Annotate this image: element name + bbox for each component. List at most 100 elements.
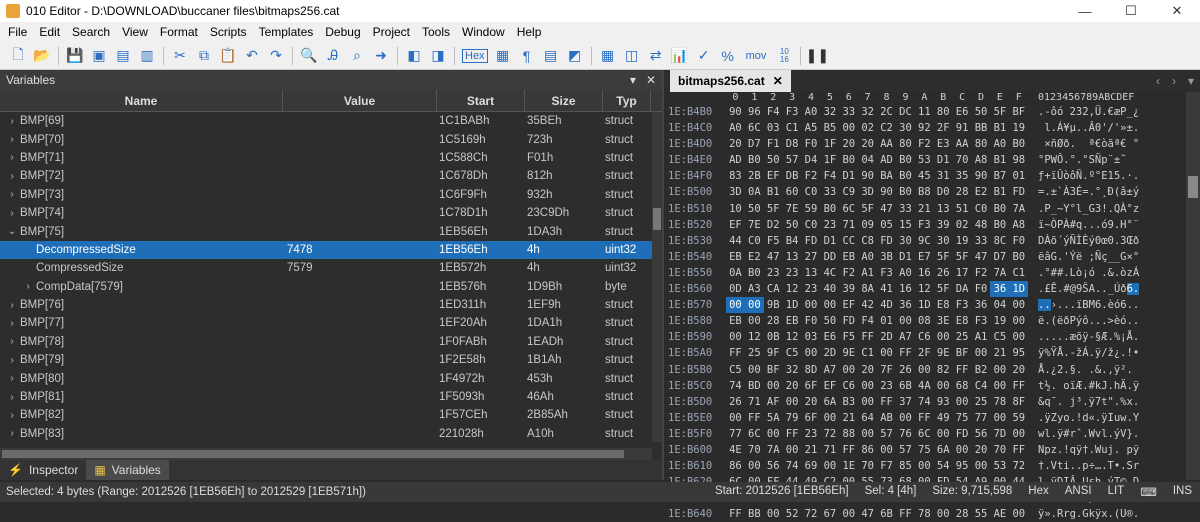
histogram-icon[interactable]: 📊 [671, 47, 689, 65]
expand-arrow-icon[interactable]: › [6, 116, 18, 127]
expand-arrow-icon[interactable]: › [22, 281, 34, 292]
expand-arrow-icon[interactable]: › [6, 318, 18, 329]
hex-byte[interactable]: A7 [820, 362, 839, 378]
hex-bytes[interactable]: AD B0 50 57 D4 1F B0 04 AD B0 53 D1 70 A8 B1 98 [726, 152, 1034, 168]
hex-byte[interactable]: 60 [783, 184, 802, 200]
table-row[interactable]: › BMP[72] 1C678Dh 812h struct [0, 167, 662, 185]
hex-byte[interactable]: CC [839, 233, 858, 249]
disassembler-button[interactable]: mov [743, 49, 770, 63]
expand-arrow-icon[interactable]: › [6, 300, 18, 311]
hex-byte[interactable]: B5 [820, 120, 839, 136]
new-file-icon[interactable]: 🗋 [9, 46, 27, 65]
hex-byte[interactable]: 52 [783, 506, 802, 522]
hex-byte[interactable]: 96 [745, 104, 764, 120]
table-row[interactable]: › BMP[80] 1F4972h 453h struct [0, 369, 662, 387]
hex-bytes[interactable]: 0D A3 CA 12 23 40 39 8A 41 16 12 5F DA F0 36 1D [726, 281, 1034, 298]
hex-byte[interactable]: 2B [745, 168, 764, 184]
columns-icon[interactable]: ▦ [494, 47, 512, 65]
hex-byte[interactable]: 10 [726, 201, 745, 217]
hex-byte[interactable]: 90 [858, 168, 877, 184]
hex-byte[interactable]: 53 [915, 152, 934, 168]
hex-byte[interactable]: 00 [858, 426, 877, 442]
maximize-button[interactable]: ☐ [1108, 0, 1154, 22]
hex-byte[interactable]: C8 [858, 233, 877, 249]
expand-arrow-icon[interactable]: › [6, 189, 18, 200]
table-row[interactable]: › BMP[73] 1C6F9Fh 932h struct [0, 186, 662, 204]
hex-byte[interactable]: 6C [745, 120, 764, 136]
hex-byte[interactable]: 85 [896, 458, 915, 474]
hex-byte[interactable]: 36 [990, 281, 1010, 298]
column-header-name[interactable]: Name [0, 90, 283, 112]
hex-byte[interactable]: F0 [1009, 233, 1028, 249]
hex-bytes[interactable]: 00 00 9B 1D 00 00 EF 42 4D 36 1D E8 F3 36 04 00 [726, 297, 1034, 314]
hex-byte[interactable]: 70 [990, 442, 1009, 458]
hex-byte[interactable]: 6C [745, 426, 764, 442]
expand-arrow-icon[interactable]: › [6, 171, 18, 182]
hex-byte[interactable]: E8 [953, 313, 972, 329]
variables-hscrollbar[interactable] [0, 448, 652, 460]
highlight-icon[interactable]: ◩ [566, 47, 584, 65]
hex-byte[interactable]: AD [726, 152, 745, 168]
hex-byte[interactable]: 48 [972, 217, 991, 233]
hex-byte[interactable]: 00 [745, 313, 764, 329]
hex-byte[interactable]: 00 [1009, 506, 1028, 522]
hex-byte[interactable]: 74 [915, 394, 934, 410]
hex-byte[interactable]: 64 [858, 410, 877, 426]
hex-byte[interactable]: 72 [1009, 458, 1028, 474]
column-header-typ[interactable]: Typ [603, 90, 651, 112]
status-lit[interactable]: LIT [1108, 485, 1125, 499]
hex-mode-button[interactable]: Hex [462, 48, 488, 63]
hex-bytes[interactable]: 0A B0 23 23 13 4C F2 A1 F3 A0 16 26 17 F2 7A C1 [726, 265, 1034, 281]
hex-byte[interactable]: A0 [802, 104, 821, 120]
hex-byte[interactable]: FF [1009, 442, 1028, 458]
menu-item-help[interactable]: Help [511, 25, 548, 39]
hex-byte[interactable]: 4E [726, 442, 745, 458]
hex-byte[interactable]: F2 [839, 265, 858, 281]
hex-byte[interactable]: 8C [990, 233, 1009, 249]
hex-byte[interactable]: FF [745, 410, 764, 426]
hex-byte[interactable]: 00 [764, 378, 783, 394]
hex-byte[interactable]: 6C [839, 201, 858, 217]
hex-byte[interactable]: 30 [896, 233, 915, 249]
hex-byte[interactable]: 00 [820, 297, 839, 313]
hex-byte[interactable]: E6 [820, 329, 839, 345]
hex-byte[interactable]: F7 [877, 458, 896, 474]
percent-icon[interactable]: % [719, 47, 737, 65]
hex-byte[interactable]: 70 [745, 442, 764, 458]
hex-byte[interactable]: 93 [934, 394, 953, 410]
hex-byte[interactable]: E3 [934, 136, 953, 152]
hex-byte[interactable]: 2F [915, 345, 934, 361]
table-row[interactable]: ⌄ BMP[75] 1EB56Eh 1DA3h struct [0, 222, 662, 240]
hex-byte[interactable]: B1 [990, 184, 1009, 200]
hex-byte[interactable]: 6F [802, 410, 821, 426]
table-row[interactable]: DecompressedSize 7478 1EB56Eh 4h uint32 [0, 240, 662, 260]
expand-arrow-icon[interactable]: › [6, 410, 18, 421]
hex-byte[interactable]: 19 [990, 313, 1009, 329]
hex-vscrollbar[interactable] [1186, 92, 1200, 480]
hex-byte[interactable]: 00 [839, 506, 858, 522]
calculator-icon[interactable]: ▦ [599, 47, 617, 65]
tab-bitmaps256[interactable]: bitmaps256.cat ✕ [670, 70, 791, 92]
hex-byte[interactable]: FF [858, 329, 877, 345]
hex-byte[interactable]: 88 [839, 426, 858, 442]
hex-byte[interactable]: D7 [745, 136, 764, 152]
hex-byte[interactable]: 0D [726, 281, 745, 297]
hex-byte[interactable]: 00 [1009, 297, 1028, 313]
template-icon[interactable]: ▤ [542, 47, 560, 65]
hex-byte[interactable]: 56 [764, 458, 783, 474]
hex-byte[interactable]: B0 [1009, 249, 1028, 265]
hex-ascii[interactable]: Npz.!qÿ†.Wuj. pÿ [1034, 442, 1164, 458]
expand-arrow-icon[interactable]: › [6, 373, 18, 384]
hex-byte[interactable]: B4 [783, 233, 802, 249]
hex-byte[interactable]: 11 [915, 104, 934, 120]
hex-byte[interactable]: 1D [783, 297, 802, 313]
hex-bytes[interactable]: C5 00 BF 32 8D A7 00 20 7F 26 00 82 FF B2 00 20 [726, 362, 1034, 378]
paste-icon[interactable]: 📋 [219, 47, 237, 65]
hex-byte[interactable]: 9E [934, 345, 953, 361]
hex-byte[interactable]: 83 [726, 168, 745, 184]
hex-byte[interactable]: 50 [820, 313, 839, 329]
hex-byte[interactable]: 79 [783, 410, 802, 426]
pilcrow-icon[interactable]: ¶ [518, 47, 536, 65]
hex-byte[interactable]: 2D [877, 329, 896, 345]
hex-byte[interactable]: A0 [858, 249, 877, 265]
